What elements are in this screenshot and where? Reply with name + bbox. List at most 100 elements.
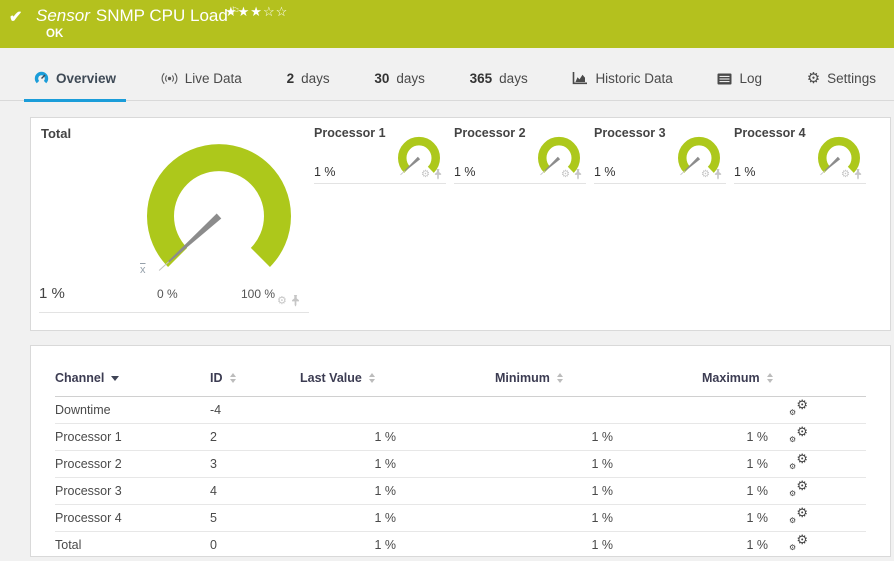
tab-label: Settings [827,71,876,86]
channel-id: -4 [210,396,300,423]
gauge-value-total: 1 % [39,285,65,302]
sort-icon [230,373,236,383]
status-ok-check-icon: ✔ [9,7,22,27]
table-row-processor-4: Processor 4 5 1 % 1 % 1 % ⚙⚙ [55,504,866,531]
column-label: Maximum [702,371,760,385]
channel-settings-gears-icon[interactable]: ⚙⚙ [789,536,808,551]
channels-table: Channel ID Last Value Minimum Maximum Do… [55,360,866,557]
table-row-processor-1: Processor 1 2 1 % 1 % 1 % ⚙⚙ [55,423,866,450]
channel-settings-gear-icon[interactable]: ⚙ [841,170,850,180]
gauge-min-tick: 0 % [157,287,178,301]
column-header-minimum[interactable]: Minimum [396,360,613,396]
channels-panel: Channel ID Last Value Minimum Maximum Do… [30,345,891,557]
gauge-title: Processor 1 [314,126,386,140]
channel-settings-gears-icon[interactable]: ⚙⚙ [789,482,808,497]
table-header-row: Channel ID Last Value Minimum Maximum [55,360,866,396]
tab-settings[interactable]: ⚙ Settings [797,71,886,102]
live-data-icon [161,72,178,85]
tab-label: Log [739,71,762,86]
gauge-cell-processor-4: Processor 4 1 % ⚙ [734,123,866,185]
total-gauge [134,136,304,296]
tab-30-days[interactable]: 30 days [364,71,435,102]
channel-name: Processor 1 [55,423,210,450]
column-label: Channel [55,371,104,385]
channel-last-value: 1 % [300,477,396,504]
gauge-value: 1 % [454,165,476,179]
gauge-max-tick: 100 % [241,287,275,301]
cell-divider [314,183,446,184]
column-header-last-value[interactable]: Last Value [300,360,396,396]
pin-icon[interactable] [291,295,300,307]
gauge-cell-processor-2: Processor 2 1 % ⚙ [454,123,586,185]
channel-settings-gears-icon[interactable]: ⚙⚙ [789,455,808,470]
channel-settings-gear-icon[interactable]: ⚙ [561,170,570,180]
stars-empty[interactable]: ☆☆ [263,4,288,19]
tab-2-days[interactable]: 2 days [277,71,340,102]
channel-maximum: 1 % [613,423,768,450]
pin-icon[interactable] [574,169,582,180]
tab-number: 365 [470,71,493,86]
gauge-actions: ⚙ [421,169,442,180]
channel-settings-gears-icon[interactable]: ⚙⚙ [789,401,808,416]
gauge-value: 1 % [734,165,756,179]
channel-last-value: 1 % [300,450,396,477]
column-header-channel[interactable]: Channel [55,360,210,396]
channel-minimum [396,396,613,423]
gauge-cell-processor-1: Processor 1 1 % ⚙ [314,123,446,185]
channel-maximum [613,396,768,423]
sensor-name: SNMP CPU Load [96,6,228,25]
column-header-id[interactable]: ID [210,360,300,396]
table-row-downtime: Downtime -4 ⚙⚙ [55,396,866,423]
channel-maximum: 1 % [613,477,768,504]
channel-minimum: 1 % [396,423,613,450]
gauge-value: 1 % [594,165,616,179]
channel-id: 0 [210,531,300,557]
pin-icon[interactable] [434,169,442,180]
column-label: Minimum [495,371,550,385]
gauge-actions: ⚙ [841,169,862,180]
gauge-cell-processor-3: Processor 3 1 % ⚙ [594,123,726,185]
tab-log[interactable]: Log [707,71,772,102]
object-kind-label: Sensor [36,6,90,25]
tab-number: 30 [374,71,389,86]
tab-label: Live Data [185,71,242,86]
priority-stars[interactable]: ★★★☆☆ [225,4,288,20]
log-icon [717,73,732,85]
sort-icon [369,373,375,383]
pin-icon[interactable] [854,169,862,180]
tab-historic-data[interactable]: Historic Data [562,71,682,102]
table-row-processor-2: Processor 2 3 1 % 1 % 1 % ⚙⚙ [55,450,866,477]
stars-filled[interactable]: ★★★ [225,4,263,19]
column-label: Last Value [300,371,362,385]
gauge-value: 1 % [314,165,336,179]
column-header-maximum[interactable]: Maximum [613,360,768,396]
channel-id: 4 [210,477,300,504]
status-badge: OK [46,28,63,40]
gauge-icon [34,71,49,86]
channel-last-value: 1 % [300,504,396,531]
tab-label: days [499,71,528,86]
channel-settings-gear-icon[interactable]: ⚙ [701,170,710,180]
channel-last-value: 1 % [300,423,396,450]
column-label: ID [210,371,223,385]
channel-settings-gears-icon[interactable]: ⚙⚙ [789,509,808,524]
page-title: SensorSNMP CPU Load⚐ [36,6,240,26]
tab-overview[interactable]: Overview [24,71,126,102]
channel-minimum: 1 % [396,477,613,504]
channel-id: 5 [210,504,300,531]
tab-live-data[interactable]: Live Data [151,71,252,102]
pin-icon[interactable] [714,169,722,180]
channel-name: Total [55,531,210,557]
sensor-header: ✔ SensorSNMP CPU Load⚐ ★★★☆☆ OK [0,0,894,48]
sort-icon [767,373,773,383]
channel-maximum: 1 % [613,531,768,557]
channel-last-value: 1 % [300,531,396,557]
sort-icon [557,373,563,383]
channel-settings-gear-icon[interactable]: ⚙ [277,296,287,307]
channel-minimum: 1 % [396,531,613,557]
cell-divider [594,183,726,184]
channel-settings-gear-icon[interactable]: ⚙ [421,170,430,180]
channel-minimum: 1 % [396,504,613,531]
channel-settings-gears-icon[interactable]: ⚙⚙ [789,428,808,443]
tab-365-days[interactable]: 365 days [460,71,538,102]
